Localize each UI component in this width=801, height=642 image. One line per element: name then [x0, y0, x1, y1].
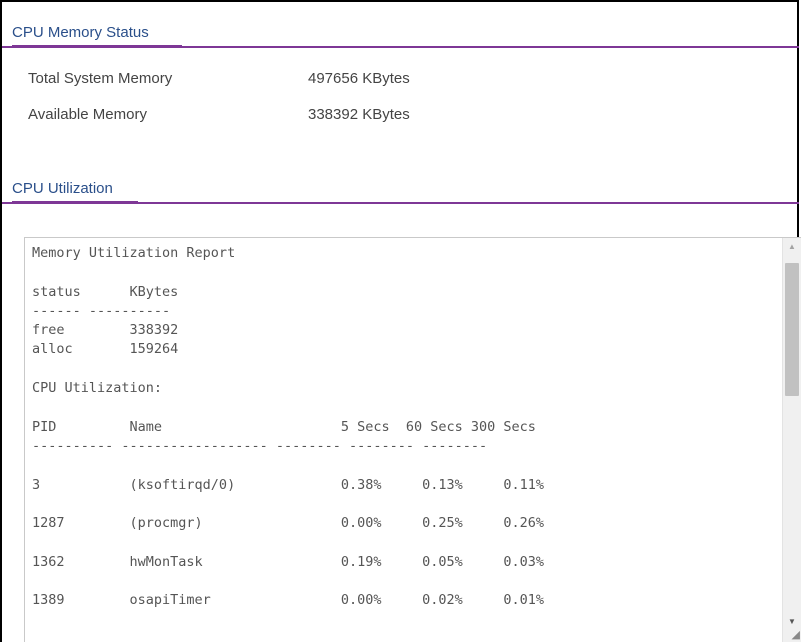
available-memory-value: 338392 KBytes: [308, 106, 410, 123]
report-scrollbar[interactable]: ▲ ▼: [782, 238, 801, 642]
scroll-thumb[interactable]: [785, 263, 799, 396]
total-memory-value: 497656 KBytes: [308, 70, 410, 87]
memory-status-header: CPU Memory Status: [2, 19, 799, 48]
total-memory-label: Total System Memory: [28, 70, 173, 87]
available-memory-label: Available Memory: [28, 106, 147, 123]
utilization-report-textarea[interactable]: Memory Utilization Report status KBytes …: [24, 237, 801, 642]
resize-grip-icon[interactable]: ◢: [786, 629, 800, 641]
scroll-up-icon[interactable]: ▲: [783, 238, 801, 256]
cpu-utilization-header: CPU Utilization: [2, 174, 799, 204]
memory-status-title: CPU Memory Status: [12, 24, 182, 48]
cpu-utilization-title: CPU Utilization: [12, 180, 138, 204]
utilization-report-text: Memory Utilization Report status KBytes …: [32, 245, 545, 609]
